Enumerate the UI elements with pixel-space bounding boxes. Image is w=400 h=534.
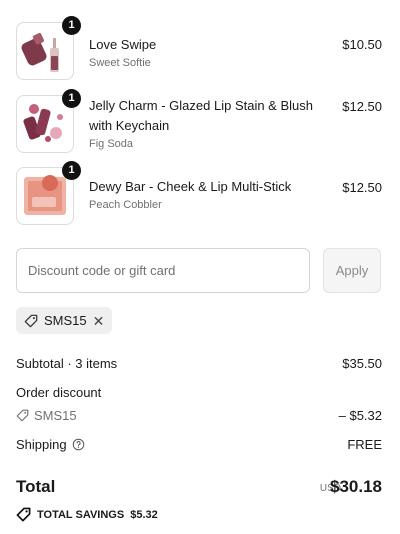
total-savings: TOTAL SAVINGS $5.32 [16, 507, 158, 522]
quantity-badge: 1 [62, 161, 81, 180]
product-image-jelly-charm [20, 99, 70, 149]
total-label: Total [16, 477, 56, 496]
shipping-label: Shipping [16, 437, 67, 452]
applied-discount-code: SMS15 [44, 313, 87, 328]
line-item: 1 Dewy Bar - Cheek & Lip Multi-Stick Pea… [16, 161, 384, 227]
total-savings-label: TOTAL SAVINGS [37, 508, 125, 521]
line-item: 1 Love Swipe Sweet Softie $10.50 [16, 16, 384, 82]
applied-discount-tag: SMS15 ✕ [16, 307, 113, 334]
line-item-info: Dewy Bar - Cheek & Lip Multi-Stick Peach… [89, 177, 334, 213]
line-item-price: $12.50 [342, 99, 382, 114]
shipping-value: FREE [347, 437, 382, 452]
total-amount: $30.18 [330, 477, 382, 496]
quantity-badge: 1 [62, 16, 81, 35]
tag-icon [16, 507, 31, 522]
close-icon[interactable]: ✕ [93, 314, 105, 328]
shipping-row: Shipping FREE [16, 437, 382, 452]
line-item: 1 Jelly Charm - Glazed Lip Stain & Blush… [16, 89, 384, 155]
subtotal-value: $35.50 [342, 356, 382, 371]
product-image-dewy-bar [20, 171, 70, 221]
line-item-title: Dewy Bar - Cheek & Lip Multi-Stick [89, 179, 292, 194]
line-item-variant: Sweet Softie [89, 57, 151, 69]
order-discount-row: Order discount [16, 385, 382, 400]
help-circle-icon[interactable] [72, 438, 85, 451]
quantity-badge: 1 [62, 89, 81, 108]
product-image-love-swipe [20, 26, 70, 76]
apply-discount-button[interactable]: Apply [323, 248, 381, 293]
tag-icon [16, 409, 29, 422]
discount-code-input[interactable] [16, 248, 310, 293]
line-item-price: $10.50 [342, 37, 382, 52]
product-thumbnail: 1 [16, 89, 81, 153]
line-item-title: Jelly Charm - Glazed Lip Stain & Blush w… [89, 98, 313, 133]
line-item-info: Love Swipe Sweet Softie [89, 35, 334, 71]
tag-icon [24, 314, 38, 327]
line-item-variant: Fig Soda [89, 138, 134, 150]
line-item-variant: Peach Cobbler [89, 199, 162, 211]
line-item-price: $12.50 [342, 180, 382, 195]
total-savings-value: $5.32 [130, 508, 158, 521]
line-item-title: Love Swipe [89, 37, 157, 52]
discount-code-label: SMS15 [16, 408, 77, 423]
line-item-info: Jelly Charm - Glazed Lip Stain & Blush w… [89, 96, 334, 152]
discount-code-row: SMS15 – $5.32 [16, 408, 382, 425]
subtotal-row: Subtotal · 3 items $35.50 [16, 356, 382, 371]
discount-value: – $5.32 [338, 408, 382, 423]
product-thumbnail: 1 [16, 16, 81, 80]
order-discount-label: Order discount [16, 385, 102, 400]
discount-code-text: SMS15 [34, 408, 77, 423]
shipping-label-group: Shipping [16, 437, 85, 452]
product-thumbnail: 1 [16, 161, 81, 225]
subtotal-label: Subtotal · 3 items [16, 356, 118, 371]
